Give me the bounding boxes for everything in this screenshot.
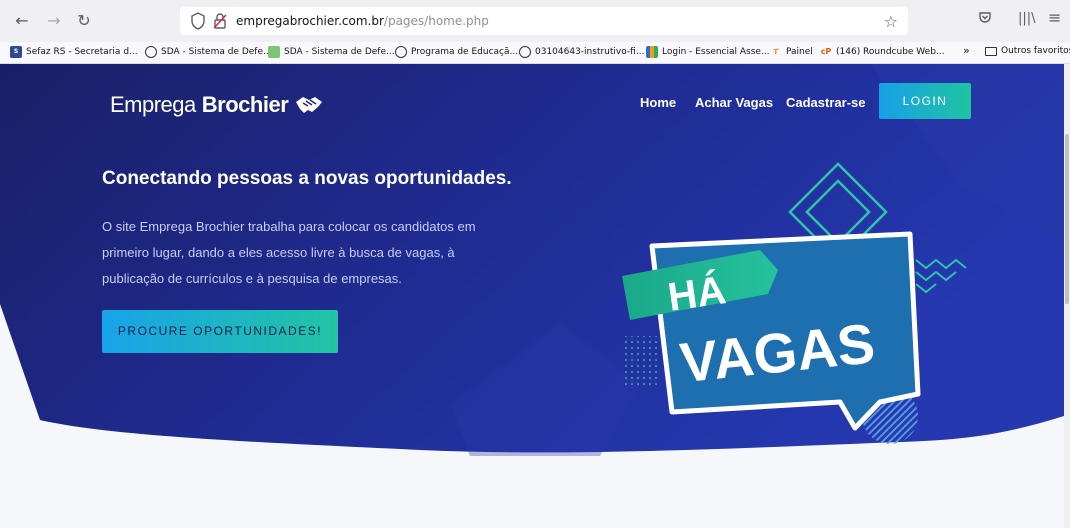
other-bookmarks-label: Outros favoritos [1001,46,1070,56]
url-domain: empregabrochier.com.br [236,14,384,28]
sefaz-icon: S [10,46,22,58]
cpanel-icon: cP [820,47,832,56]
login-button[interactable]: LOGIN [879,83,971,119]
browser-toolbar: ← → ↻ empregabrochier.com.br/pages/home.… [0,0,1070,42]
folder-icon [985,46,997,56]
nav-cadastrar-se[interactable]: Cadastrar-se [786,95,866,110]
hero-description: O site Emprega Brochier trabalha para co… [102,219,476,286]
painel-icon: ፐ [773,47,779,56]
lock-warning-icon[interactable] [212,12,228,30]
bookmark-item[interactable]: cP (146) Roundcube Web... [820,46,945,58]
bookmark-label: Login - Essencial Asse... [662,47,770,57]
bookmark-label: Painel [786,47,813,57]
bookmark-item[interactable]: 03104643-instrutivo-fi... [519,46,644,58]
webpage: HÁ VAGAS Emprega Brochier Home Achar Vag… [0,64,1064,528]
find-opportunities-button[interactable]: PROCURE OPORTUNIDADES! [102,310,338,353]
bookmark-item[interactable]: Login - Essencial Asse... [646,46,770,58]
menu-icon[interactable]: ≡ [1048,8,1061,27]
bookmark-item[interactable]: SDA - Sistema de Defe... [145,46,272,58]
bookmark-item[interactable]: Programa de Educaçã... [395,46,518,58]
url-path: /pages/home.php [383,14,489,28]
globe-icon [145,46,157,58]
globe-icon [519,46,531,58]
bookmark-label: (146) Roundcube Web... [836,47,945,57]
bookmark-star-icon[interactable]: ☆ [884,12,898,31]
bookmark-label: 03104643-instrutivo-fi... [535,47,645,57]
site-logo[interactable]: Emprega Brochier [110,92,324,118]
sda-icon [268,46,280,58]
handshake-icon [296,97,323,113]
address-bar[interactable]: empregabrochier.com.br/pages/home.php ☆ [180,7,908,35]
logo-text-bold: Brochier [201,92,289,117]
bookmark-label: Sefaz RS - Secretaria d... [26,47,138,57]
bookmark-item[interactable]: S Sefaz RS - Secretaria d... [10,46,138,58]
hero-headline: Conectando pessoas a novas oportunidades… [102,168,512,189]
bookmark-label: SDA - Sistema de Defe... [161,47,272,57]
url-text[interactable]: empregabrochier.com.br/pages/home.php [236,14,489,28]
bookmark-label: SDA - Sistema de Defe... [284,47,395,57]
globe-icon [395,46,407,58]
page-scrollbar[interactable] [1064,64,1070,528]
logo-text-thin: Emprega [110,92,196,117]
ha-text: HÁ [665,267,728,320]
tracking-shield-icon[interactable] [190,12,206,30]
scrollbar-thumb[interactable] [1065,134,1069,304]
hero-background: HÁ VAGAS [0,64,1064,456]
other-bookmarks-folder[interactable]: Outros favoritos [985,46,1070,56]
chart-icon [646,46,658,58]
bookmarks-overflow-chevron[interactable]: » [963,44,970,57]
library-icon[interactable]: |||\ [1018,11,1036,26]
forward-arrow-icon[interactable]: → [42,9,66,33]
bookmark-item[interactable]: ፐ Painel [770,46,813,58]
pocket-icon[interactable] [978,11,992,29]
bookmark-item[interactable]: SDA - Sistema de Defe... [268,46,395,58]
back-arrow-icon[interactable]: ← [10,9,34,33]
bookmark-label: Programa de Educaçã... [411,47,519,57]
nav-achar-vagas[interactable]: Achar Vagas [695,95,773,110]
nav-home[interactable]: Home [640,95,676,110]
reload-icon[interactable]: ↻ [72,9,96,33]
bookmarks-toolbar: S Sefaz RS - Secretaria d... SDA - Siste… [0,42,1070,64]
